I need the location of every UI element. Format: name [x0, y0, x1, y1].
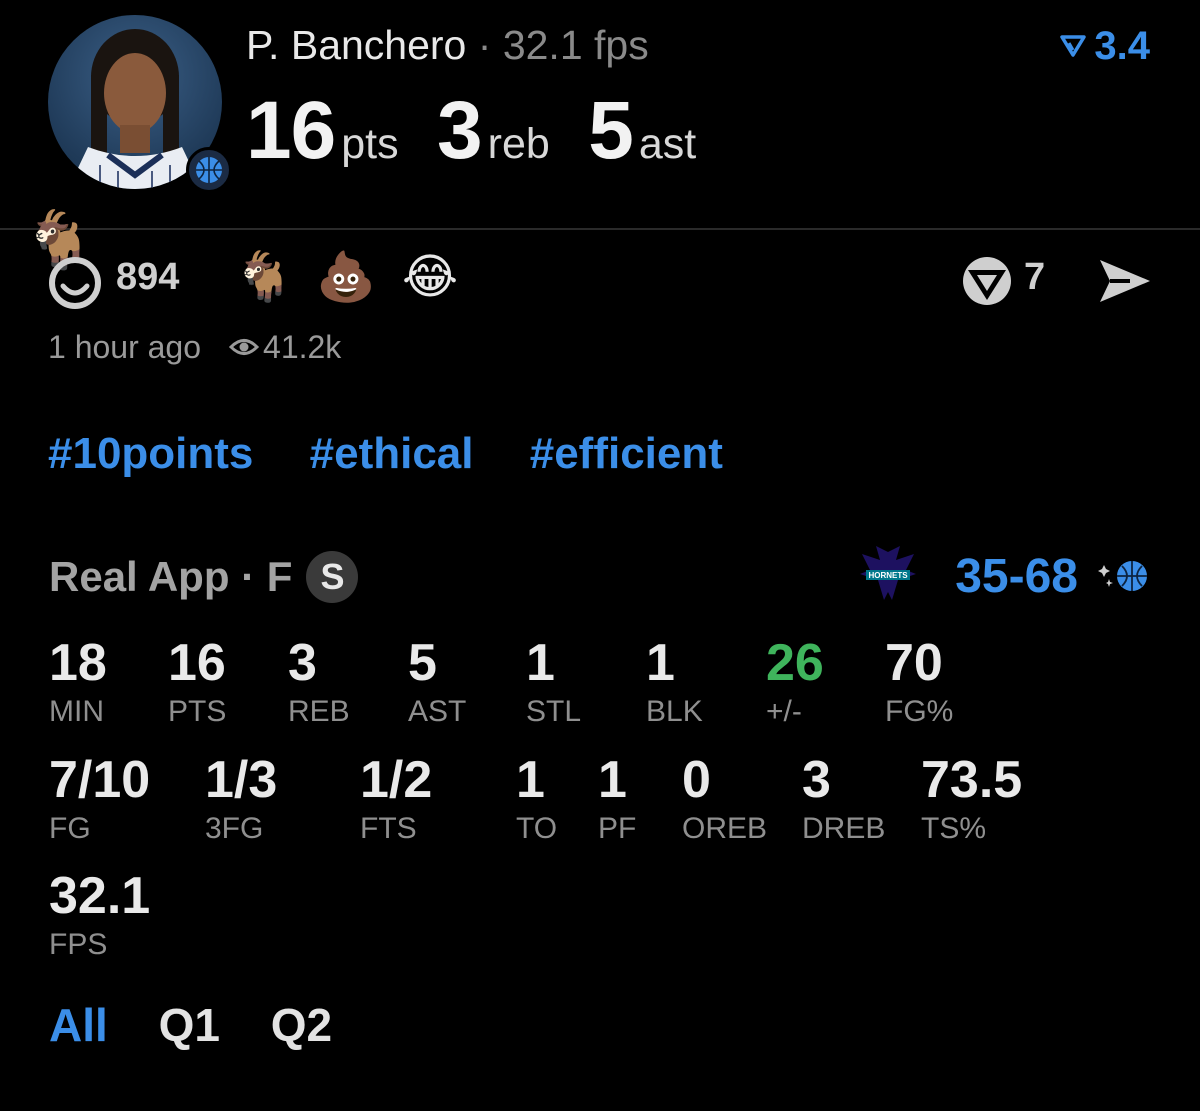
assists-value: 5: [588, 85, 634, 176]
rating-value: 3.4: [1094, 24, 1150, 68]
view-count: 41.2k: [263, 329, 342, 365]
stat-value: 26: [766, 634, 824, 692]
hashtag[interactable]: #10points: [48, 429, 253, 478]
stat-label: MIN: [49, 695, 104, 728]
magic-logo-icon: [1096, 557, 1150, 600]
stat-oreb: 0 OREB: [682, 754, 767, 844]
stat-value: 7/10: [49, 751, 151, 809]
points-unit: pts: [341, 120, 399, 168]
stat-label: PTS: [168, 695, 227, 728]
stat-value: 70: [885, 634, 943, 692]
stat-label: REB: [288, 695, 350, 728]
rebounds-unit: reb: [487, 120, 550, 168]
rebounds-value: 3: [437, 85, 483, 176]
status-badge: S: [306, 551, 359, 603]
stat-label: FG: [49, 812, 91, 845]
tab-all[interactable]: All: [49, 999, 108, 1051]
post-meta: 1 hour ago 41.2k: [48, 329, 341, 366]
stat-stl: 1 STL: [526, 637, 581, 727]
stat-plus-minus: 26 +/-: [766, 637, 824, 727]
stat-label: +/-: [766, 695, 802, 728]
tab-q1[interactable]: Q1: [159, 999, 220, 1051]
stat-fts: 1/2 FTS: [360, 754, 432, 844]
stat-label: AST: [408, 695, 467, 728]
stat-pts: 16 PTS: [168, 637, 226, 727]
stat-label: TO: [516, 812, 558, 845]
stat-value: 18: [49, 634, 107, 692]
stat-ast: 5 AST: [408, 637, 466, 727]
stat-reb: 3 REB: [288, 637, 350, 727]
statline-summary: 16 pts 3 reb 5 ast: [246, 84, 730, 178]
poop-reaction-icon[interactable]: 💩: [316, 254, 376, 302]
stat-label: OREB: [682, 812, 768, 845]
stat-ts-pct: 73.5 TS%: [921, 754, 1022, 844]
eye-icon: [228, 329, 260, 366]
laugh-reaction-icon[interactable]: 😂: [402, 254, 458, 302]
vote-icon[interactable]: [958, 254, 1016, 313]
post-time: 1 hour ago: [48, 329, 202, 365]
hashtag[interactable]: #efficient: [530, 429, 723, 478]
hashtag-list: #10points #ethical #efficient: [48, 429, 767, 479]
tab-q2[interactable]: Q2: [271, 999, 332, 1051]
orlando-magic-logo-icon: [186, 147, 232, 193]
stat-label: FPS: [49, 928, 108, 961]
stat-label: STL: [526, 695, 582, 728]
stat-value: 16: [168, 634, 226, 692]
stat-value: 1/3: [205, 751, 278, 809]
game-title: Real App · F: [49, 553, 293, 600]
name-separator: ·: [477, 22, 492, 68]
stat-label: FG%: [885, 695, 954, 728]
reaction-smiley-icon[interactable]: [48, 256, 102, 315]
reaction-count: 894: [116, 256, 180, 298]
stat-min: 18 MIN: [49, 637, 107, 727]
stat-fg: 7/10 FG: [49, 754, 150, 844]
stat-label: 3FG: [205, 812, 264, 845]
goat-reaction-icon[interactable]: 🐐: [234, 254, 294, 302]
stat-blk: 1 BLK: [646, 637, 703, 727]
hashtag[interactable]: #ethical: [310, 429, 474, 478]
stat-value: 73.5: [921, 751, 1023, 809]
stat-value: 3: [802, 751, 831, 809]
svg-text:HORNETS: HORNETS: [868, 571, 908, 580]
stat-value: 1: [516, 751, 545, 809]
stat-fps: 32.1 FPS: [49, 870, 150, 960]
points-value: 16: [246, 85, 336, 176]
stat-value: 5: [408, 634, 437, 692]
stat-value: 3: [288, 634, 317, 692]
period-tabs: All Q1 Q2: [49, 998, 370, 1052]
stat-fg-pct: 70 FG%: [885, 637, 953, 727]
stat-to: 1 TO: [516, 754, 557, 844]
stat-label: BLK: [646, 695, 703, 728]
stat-value: 0: [682, 751, 711, 809]
stat-label: PF: [598, 812, 637, 845]
game-score[interactable]: 35-68: [955, 549, 1078, 604]
stat-3fg: 1/3 3FG: [205, 754, 277, 844]
stat-value: 1: [526, 634, 555, 692]
stat-pf: 1 PF: [598, 754, 636, 844]
stat-label: FTS: [360, 812, 417, 845]
stat-label: DREB: [802, 812, 886, 845]
stat-value: 1: [598, 751, 627, 809]
vote-arrow-icon: [1060, 24, 1087, 69]
divider: [0, 228, 1200, 230]
game-header: Real App · F S: [49, 551, 359, 603]
assists-unit: ast: [638, 120, 697, 168]
player-name-line: P. Banchero · 32.1 fps: [246, 22, 649, 69]
vote-count: 7: [1024, 256, 1046, 298]
stat-value: 1: [646, 634, 675, 692]
stat-value: 32.1: [49, 867, 151, 925]
player-fps: 32.1 fps: [502, 22, 649, 68]
rating-badge[interactable]: 3.4: [1060, 24, 1150, 69]
share-icon[interactable]: [1096, 256, 1154, 311]
hornets-logo-icon: HORNETS: [858, 546, 918, 609]
stat-dreb: 3 DREB: [802, 754, 885, 844]
stat-value: 1/2: [360, 751, 433, 809]
player-name[interactable]: P. Banchero: [246, 22, 466, 68]
stat-label: TS%: [921, 812, 987, 845]
view-count-group: 41.2k: [228, 329, 342, 366]
